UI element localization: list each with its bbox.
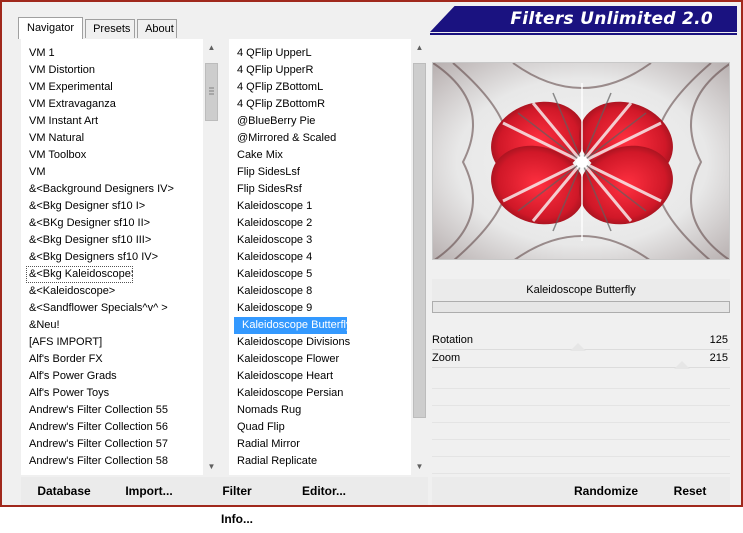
category-list-item[interactable]: Alf's Power Toys xyxy=(21,385,203,402)
filter-list-item[interactable]: Kaleidoscope Flower xyxy=(229,351,411,368)
filter-list-item[interactable]: Kaleidoscope 8 xyxy=(229,283,411,300)
category-list-item[interactable]: Andrew's Filter Collection 58 xyxy=(21,453,203,470)
tab-about[interactable]: About xyxy=(137,19,178,38)
filter-list-item[interactable]: @Mirrored & Scaled xyxy=(229,130,411,147)
slider-value: 215 xyxy=(709,352,728,364)
app-title: Filters Unlimited 2.0 xyxy=(430,6,737,32)
tab-navigator[interactable]: Navigator xyxy=(18,17,84,39)
filters-unlimited-window: Navigator Presets About Filters Unlimite… xyxy=(0,0,743,526)
category-list-item[interactable]: Alf's Border FX xyxy=(21,351,203,368)
category-list-item[interactable]: &Neu! xyxy=(21,317,203,334)
filter-list-item[interactable]: Kaleidoscope Butterfly xyxy=(234,317,347,334)
filter-list-item[interactable]: Kaleidoscope 9 xyxy=(229,300,411,317)
filter-list-item[interactable]: 4 QFlip UpperL xyxy=(229,45,411,62)
editor-button[interactable]: Editor... xyxy=(302,477,346,505)
filter-list-item[interactable]: Quad Flip xyxy=(229,419,411,436)
category-list-item[interactable]: &<Bkg Designer sf10 I> xyxy=(21,198,203,215)
filter-list-panel: 4 QFlip UpperL 4 QFlip UpperR 4 QFlip ZBot… xyxy=(229,39,428,475)
category-list-item[interactable]: [AFS IMPORT] xyxy=(21,334,203,351)
filter-list-item[interactable]: @BlueBerry Pie xyxy=(229,113,411,130)
filter-scrollbar[interactable]: ▲ ▼ xyxy=(411,39,428,475)
filter-list-item[interactable]: Kaleidoscope 5 xyxy=(229,266,411,283)
filter-list-item[interactable]: Radial Replicate xyxy=(229,453,411,470)
scroll-down-arrow-icon[interactable]: ▼ xyxy=(203,458,220,475)
category-list-item[interactable]: &<Sandflower Specials^v^ > xyxy=(21,300,203,317)
filter-list-item[interactable]: Kaleidoscope Divisions xyxy=(229,334,411,351)
category-list-item[interactable]: &<Background Designers IV> xyxy=(21,181,203,198)
category-list-item[interactable]: &<Bkg Kaleidoscope> xyxy=(26,266,133,283)
database-button[interactable]: Database xyxy=(36,477,92,505)
reset-button[interactable]: Reset xyxy=(672,477,708,505)
category-scroll-thumb[interactable] xyxy=(205,63,218,121)
bottom-toolbar-left: Database Import... Filter Info... Editor… xyxy=(21,477,428,526)
category-list-item[interactable]: VM Instant Art xyxy=(21,113,203,130)
category-list-item[interactable]: &<Kaleidoscope> xyxy=(21,283,203,300)
slider-rotation[interactable]: Rotation 125 xyxy=(432,332,730,351)
scroll-up-arrow-icon[interactable]: ▲ xyxy=(411,39,428,56)
filter-list-item[interactable]: Kaleidoscope 4 xyxy=(229,249,411,266)
category-list-item[interactable]: VM Distortion xyxy=(21,62,203,79)
category-list-item[interactable]: &<Bkg Designers sf10 IV> xyxy=(21,249,203,266)
filter-list-item[interactable]: Kaleidoscope 3 xyxy=(229,232,411,249)
filter-scroll-thumb[interactable] xyxy=(413,63,426,418)
import-button[interactable]: Import... xyxy=(124,477,174,505)
category-list-item[interactable]: Andrew's Filter Collection 57 xyxy=(21,436,203,453)
grip-icon xyxy=(209,87,214,97)
filter-list-item[interactable]: Kaleidoscope Heart xyxy=(229,368,411,385)
filter-list-item[interactable]: Flip SidesLsf xyxy=(229,164,411,181)
slider-zoom[interactable]: Zoom 215 xyxy=(432,350,730,369)
filter-name-label: Kaleidoscope Butterfly xyxy=(432,279,730,301)
category-list-item[interactable]: VM 1 xyxy=(21,45,203,62)
filter-preview-image xyxy=(432,62,730,260)
tab-bar: Navigator Presets About xyxy=(18,16,179,39)
filter-list-item[interactable]: Radial Mirror xyxy=(229,436,411,453)
filter-list-item[interactable]: Kaleidoscope 2 xyxy=(229,215,411,232)
progress-bar xyxy=(432,301,730,313)
category-list-item[interactable]: Andrew's Filter Collection 56 xyxy=(21,419,203,436)
slider-label: Zoom xyxy=(432,352,461,364)
filter-list-item[interactable]: 4 QFlip ZBottomL xyxy=(229,79,411,96)
slider-value: 125 xyxy=(709,334,728,346)
category-list-item[interactable]: &<BKg Designer sf10 II> xyxy=(21,215,203,232)
slider-thumb-icon[interactable] xyxy=(674,361,691,369)
filter-list-item[interactable]: 4 QFlip UpperR xyxy=(229,62,411,79)
title-underline xyxy=(430,33,737,35)
category-list-item[interactable]: &<Bkg Designer sf10 III> xyxy=(21,232,203,249)
category-list-panel: VM 1 VM Distortion VM Experimental VM Extra… xyxy=(21,39,220,475)
category-list-item[interactable]: VM Experimental xyxy=(21,79,203,96)
tab-presets[interactable]: Presets xyxy=(85,19,136,38)
parameter-sliders: Rotation 125 Zoom 215 xyxy=(432,332,730,369)
bottom-toolbar-right: Randomize Reset xyxy=(432,477,730,505)
category-scrollbar[interactable]: ▲ ▼ xyxy=(203,39,220,475)
filter-list-item[interactable]: Cake Mix xyxy=(229,147,411,164)
slider-label: Rotation xyxy=(432,334,473,346)
filter-list-item[interactable]: Nomads Rug xyxy=(229,402,411,419)
category-list-item[interactable]: VM Natural xyxy=(21,130,203,147)
category-list-item[interactable]: VM Extravaganza xyxy=(21,96,203,113)
scroll-up-arrow-icon[interactable]: ▲ xyxy=(203,39,220,56)
category-list-item[interactable]: Andrew's Filter Collection 55 xyxy=(21,402,203,419)
filter-list-item[interactable]: Flip SidesRsf xyxy=(229,181,411,198)
kaleidoscope-butterfly-preview xyxy=(433,63,729,259)
category-list-item[interactable]: Alf's Power Grads xyxy=(21,368,203,385)
filter-list-item[interactable]: Kaleidoscope 1 xyxy=(229,198,411,215)
filter-list-item[interactable]: 4 QFlip ZBottomR xyxy=(229,96,411,113)
filter-info-button[interactable]: Filter Info... xyxy=(205,477,269,526)
randomize-button[interactable]: Randomize xyxy=(573,477,639,505)
category-list[interactable]: VM 1 VM Distortion VM Experimental VM Extra… xyxy=(21,45,203,470)
filter-list-item[interactable]: Kaleidoscope Persian xyxy=(229,385,411,402)
unused-slider-slots xyxy=(432,372,730,474)
filter-list[interactable]: 4 QFlip UpperL 4 QFlip UpperR 4 QFlip ZBot… xyxy=(229,45,411,470)
category-list-item[interactable]: VM Toolbox xyxy=(21,147,203,164)
category-list-item[interactable]: VM xyxy=(21,164,203,181)
scroll-down-arrow-icon[interactable]: ▼ xyxy=(411,458,428,475)
